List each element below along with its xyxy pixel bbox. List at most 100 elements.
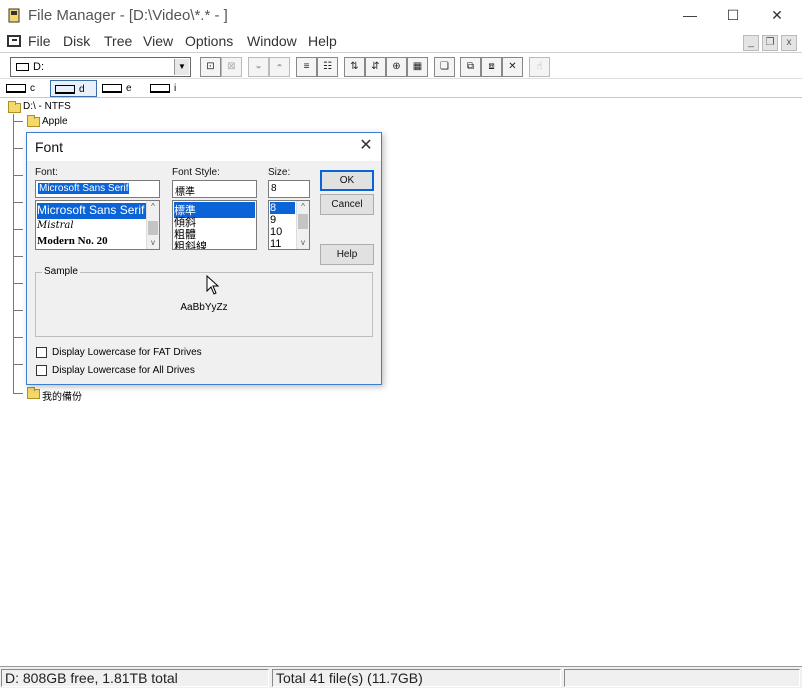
font-size-list[interactable]: 8 9 10 11 ^ v — [268, 200, 310, 250]
drive-bar: c d e i — [0, 79, 802, 98]
mdi-close-button[interactable]: x — [781, 35, 797, 51]
menu-tree[interactable]: Tree — [104, 33, 132, 49]
font-size-value: 8 — [271, 183, 277, 194]
maximize-button[interactable]: ☐ — [722, 5, 744, 25]
drive-i-button[interactable]: i — [146, 80, 186, 97]
status-drive-space: D: 808GB free, 1.81TB total — [1, 669, 269, 687]
drive-icon — [16, 63, 29, 71]
scroll-thumb[interactable] — [148, 221, 158, 235]
sort-size-button[interactable]: ⊕ — [386, 57, 407, 77]
font-list-item[interactable]: Modern No. 20 — [37, 235, 108, 247]
view-details-button[interactable]: ☷ — [317, 57, 338, 77]
view-name-button[interactable]: ≡ — [296, 57, 317, 77]
tree-line — [13, 121, 23, 122]
menu-bar: File Disk Tree View Options Window Help … — [0, 31, 802, 53]
delete-button[interactable]: ✕ — [502, 57, 523, 77]
move-button[interactable]: ⧈ — [481, 57, 502, 77]
close-button[interactable]: ✕ — [766, 5, 788, 25]
folder-icon — [27, 115, 40, 127]
drive-e-button[interactable]: e — [98, 80, 144, 97]
tree-line — [13, 256, 23, 257]
tree-item-apple[interactable]: Apple — [42, 116, 68, 127]
lowercase-fat-label[interactable]: Display Lowercase for FAT Drives — [52, 347, 202, 358]
font-size-input[interactable]: 8 — [268, 180, 310, 198]
tree-line — [13, 310, 23, 311]
font-size-scrollbar[interactable]: ^ v — [296, 201, 309, 249]
ok-button[interactable]: OK — [320, 170, 374, 191]
menu-help[interactable]: Help — [308, 33, 337, 49]
sort-name-button[interactable]: ⇅ — [344, 57, 365, 77]
tree-line — [13, 393, 23, 394]
scroll-up-icon[interactable]: ^ — [297, 201, 309, 213]
sort-date-button[interactable]: ▦ — [407, 57, 428, 77]
minimize-button[interactable]: — — [679, 5, 701, 25]
font-style-item[interactable]: 粗斜線 — [174, 238, 207, 249]
sort-type-button[interactable]: ⇵ — [365, 57, 386, 77]
tree-line — [13, 175, 23, 176]
tree-line — [13, 229, 23, 230]
chevron-down-icon[interactable]: ▼ — [174, 59, 189, 75]
title-bar: File Manager - [D:\Video\*.* - ] — ☐ ✕ — [0, 0, 802, 31]
window-title: File Manager - [D:\Video\*.* - ] — [28, 7, 228, 24]
font-name-list[interactable]: Microsoft Sans Serif Mistral Modern No. … — [35, 200, 160, 250]
tree-root[interactable]: D:\ - NTFS — [23, 101, 71, 112]
drive-letter: c — [30, 83, 35, 94]
font-size-item[interactable]: 11 — [270, 238, 281, 249]
font-size-item[interactable]: 8 — [270, 202, 295, 214]
stop-sharing-button[interactable]: ◓ — [269, 57, 290, 77]
font-list-item[interactable]: Microsoft Sans Serif — [37, 203, 147, 219]
scroll-thumb[interactable] — [298, 214, 308, 229]
menu-file[interactable]: File — [28, 33, 51, 49]
hard-drive-icon — [102, 84, 122, 93]
drive-c-button[interactable]: c — [2, 80, 46, 97]
copy-button[interactable]: ⧉ — [460, 57, 481, 77]
font-size-item[interactable]: 10 — [270, 226, 282, 238]
toolbar: D: ▼ ⊡ ⊠ ◒ ◓ ≡ ☷ ⇅ ⇵ ⊕ ▦ ❏ ⧉ ⧈ ✕ ☝ — [0, 54, 802, 79]
menu-view[interactable]: View — [143, 33, 173, 49]
lowercase-fat-checkbox[interactable] — [36, 347, 47, 358]
font-name-input[interactable]: Microsoft Sans Serif — [35, 180, 160, 198]
disconnect-net-drive-button[interactable]: ⊠ — [221, 57, 242, 77]
status-empty — [564, 669, 800, 687]
cancel-button[interactable]: Cancel — [320, 194, 374, 215]
drive-select[interactable]: D: ▼ — [10, 57, 191, 77]
tree-item-backup[interactable]: 我的備份 — [42, 388, 82, 403]
folder-open-icon — [8, 101, 21, 113]
mdi-restore-button[interactable]: ❐ — [762, 35, 778, 51]
folder-icon — [27, 387, 40, 399]
font-size-item[interactable]: 9 — [270, 214, 276, 226]
font-style-input[interactable]: 標準 — [172, 180, 257, 198]
menu-window[interactable]: Window — [247, 33, 297, 49]
sample-groupbox: Sample AaBbYyZz — [35, 266, 373, 337]
tree-line — [13, 337, 23, 338]
help-pointer-button[interactable]: ☝ — [529, 57, 550, 77]
connect-net-drive-button[interactable]: ⊡ — [200, 57, 221, 77]
drive-d-button[interactable]: d — [50, 80, 97, 97]
drive-letter: d — [79, 84, 85, 95]
scroll-down-icon[interactable]: v — [297, 237, 309, 249]
share-as-button[interactable]: ◒ — [248, 57, 269, 77]
new-window-button[interactable]: ❏ — [434, 57, 455, 77]
menu-options[interactable]: Options — [185, 33, 233, 49]
menu-disk[interactable]: Disk — [63, 33, 90, 49]
scroll-up-icon[interactable]: ^ — [147, 201, 159, 213]
lowercase-all-label[interactable]: Display Lowercase for All Drives — [52, 365, 195, 376]
lowercase-all-checkbox[interactable] — [36, 365, 47, 376]
font-dialog-close-button[interactable]: ✕ — [357, 137, 375, 155]
font-dialog-title: Font — [35, 139, 64, 155]
system-menu-icon[interactable] — [7, 35, 21, 47]
font-style-list[interactable]: 標準 傾斜 粗體 粗斜線 — [172, 200, 257, 250]
scroll-down-icon[interactable]: v — [147, 237, 159, 249]
help-button[interactable]: Help — [320, 244, 374, 265]
font-label: Font: — [35, 167, 58, 178]
mdi-minimize-button[interactable]: _ — [743, 35, 759, 51]
font-list-item[interactable]: Mistral — [37, 220, 74, 231]
font-list-scrollbar[interactable]: ^ v — [146, 201, 159, 249]
file-manager-app-icon — [8, 8, 20, 23]
font-dialog-titlebar: Font ✕ — [27, 133, 381, 161]
status-file-count: Total 41 file(s) (11.7GB) — [272, 669, 561, 687]
font-style-label: Font Style: — [172, 167, 220, 178]
tree-line — [13, 114, 14, 394]
font-size-label: Size: — [268, 167, 291, 178]
sample-text: AaBbYyZz — [180, 302, 228, 313]
